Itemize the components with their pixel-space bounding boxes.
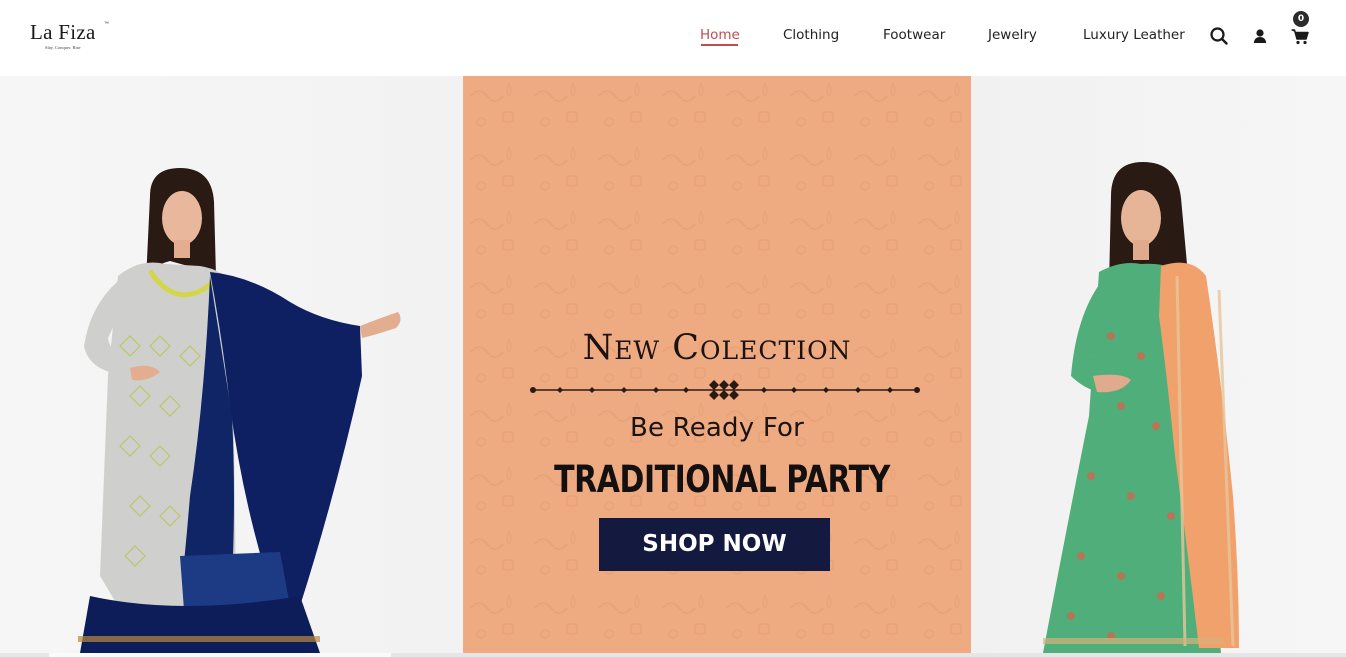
search-icon[interactable] xyxy=(1209,26,1229,46)
hero-banner[interactable]: New Colection Be Ready For TRADITIONAL P… xyxy=(0,76,1346,653)
cart-count-badge: 0 xyxy=(1293,11,1309,27)
nav-item-home[interactable]: Home xyxy=(700,27,740,43)
bottom-strip-segment xyxy=(49,653,391,657)
model-left-panel xyxy=(0,76,463,653)
nav-item-luxury-leather[interactable]: Luxury Leather xyxy=(1083,27,1185,43)
nav-item-jewelry[interactable]: Jewelry xyxy=(988,27,1037,43)
banner-headline: TRADITIONAL PARTY xyxy=(554,458,890,501)
promo-panel: New Colection Be Ready For TRADITIONAL P… xyxy=(463,76,971,653)
active-nav-underline xyxy=(701,44,738,46)
nav-item-clothing[interactable]: Clothing xyxy=(783,27,839,43)
cart-icon[interactable] xyxy=(1290,26,1310,46)
brand-tagline: Slay. Conquer. Rise xyxy=(45,45,81,50)
model-in-grey-kurta-image xyxy=(78,168,401,653)
model-right-panel xyxy=(971,76,1346,653)
nav-item-footwear[interactable]: Footwear xyxy=(883,27,945,43)
collection-title: New Colection xyxy=(582,328,852,368)
shop-now-button[interactable]: SHOP NOW xyxy=(599,518,830,571)
user-icon[interactable] xyxy=(1250,26,1270,46)
trademark-mark: ™ xyxy=(104,21,109,27)
brand-name: La Fiza xyxy=(30,20,96,44)
brand-logo[interactable]: La Fiza ™ Slay. Conquer. Rise xyxy=(30,20,110,56)
banner-subtitle: Be Ready For xyxy=(629,413,805,443)
site-header: La Fiza ™ Slay. Conquer. Rise Home Cloth… xyxy=(0,0,1346,76)
bottom-scroll-strip xyxy=(0,653,1346,657)
model-in-green-anarkali-image xyxy=(1043,162,1239,653)
ornamental-divider xyxy=(530,380,920,400)
